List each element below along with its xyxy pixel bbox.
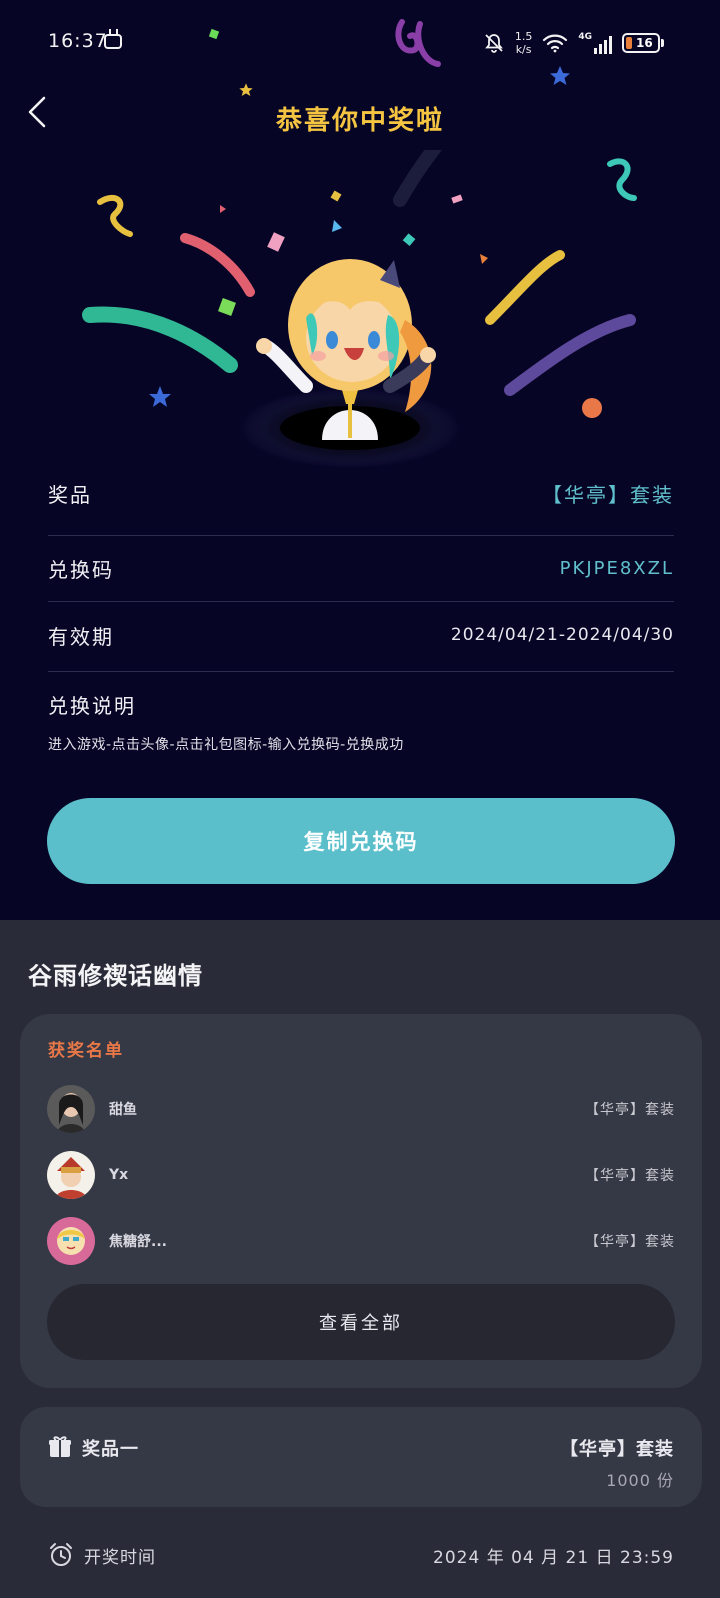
winner-prize: 【华亭】套装 (585, 1234, 675, 1250)
instructions-text: 进入游戏-点击头像-点击礼包图标-输入兑换码-兑换成功 (48, 737, 404, 753)
winners-card: 获奖名单 甜鱼 【华亭】套装 Yx 【华亭】套装 焦糖舒... 【华亭】套装 查… (20, 1014, 702, 1388)
winner-row[interactable]: Yx 【华亭】套装 (47, 1150, 675, 1200)
divider (48, 535, 674, 536)
code-row: 兑换码 PKJPE8XZL (48, 553, 674, 583)
network-speed: 1.5 k/s (515, 30, 533, 56)
code-value[interactable]: PKJPE8XZL (560, 558, 674, 579)
wifi-icon (543, 34, 568, 53)
winners-title: 获奖名单 (48, 1041, 124, 1061)
event-title: 谷雨修禊话幽情 (28, 962, 203, 990)
avatar (47, 1085, 95, 1133)
validity-label: 有效期 (48, 624, 114, 649)
winner-row[interactable]: 焦糖舒... 【华亭】套装 (47, 1216, 675, 1266)
mute-bell-icon (484, 34, 503, 53)
winner-name: 焦糖舒... (109, 1234, 167, 1250)
tv-icon (104, 34, 122, 49)
divider (48, 601, 674, 602)
cellular-signal-icon: 4G (578, 32, 612, 54)
draw-time-value: 2024 年 04 月 21 日 23:59 (433, 1547, 674, 1568)
prize-card: 奖品一 【华亭】套装 1000 份 (20, 1407, 702, 1507)
battery-icon: 16 (622, 33, 664, 53)
winner-name: Yx (109, 1167, 129, 1183)
confetti-squiggle-icon (395, 19, 441, 67)
prize-count: 1000 份 (606, 1471, 674, 1490)
speed-unit: k/s (515, 43, 532, 56)
status-bar: 16:37 1.5 k/s 4G 16 (0, 0, 720, 80)
gift-icon (49, 1436, 71, 1457)
celebration-illustration (82, 150, 637, 468)
star-icon (239, 83, 253, 96)
draw-time-row: 开奖时间 2024 年 04 月 21 日 23:59 (48, 1540, 674, 1570)
prize-row: 奖品 【华亭】套装 (48, 478, 674, 508)
divider (48, 671, 674, 672)
network-type: 4G (578, 32, 592, 42)
prize-label: 奖品 (48, 482, 92, 507)
instructions-title: 兑换说明 (48, 694, 136, 718)
winner-name: 甜鱼 (109, 1102, 137, 1118)
alarm-clock-icon (50, 1543, 72, 1566)
winner-prize: 【华亭】套装 (585, 1168, 675, 1184)
prize-value: 【华亭】套装 (542, 482, 674, 507)
status-time: 16:37 (48, 30, 108, 52)
prize-tier-label: 奖品一 (82, 1439, 139, 1460)
star-icon (550, 66, 570, 85)
copy-code-button[interactable]: 复制兑换码 (47, 798, 675, 884)
prize-result-panel: 16:37 1.5 k/s 4G 16 恭喜你中奖啦 奖品 【华亭】套装 兑换码… (0, 0, 720, 920)
validity-value: 2024/04/21-2024/04/30 (450, 625, 674, 645)
speed-value: 1.5 (514, 30, 533, 43)
code-label: 兑换码 (48, 557, 114, 582)
page-title: 恭喜你中奖啦 (275, 106, 444, 136)
battery-level: 16 (636, 36, 653, 50)
validity-row: 有效期 2024/04/21-2024/04/30 (48, 620, 674, 650)
draw-time-label: 开奖时间 (84, 1547, 156, 1568)
status-right: 1.5 k/s 4G 16 (483, 28, 664, 58)
avatar (47, 1151, 95, 1199)
prize-tier-name: 【华亭】套装 (560, 1439, 674, 1460)
view-all-button[interactable]: 查看全部 (47, 1284, 675, 1360)
winner-row[interactable]: 甜鱼 【华亭】套装 (47, 1084, 675, 1134)
winner-prize: 【华亭】套装 (585, 1102, 675, 1118)
avatar (47, 1217, 95, 1265)
